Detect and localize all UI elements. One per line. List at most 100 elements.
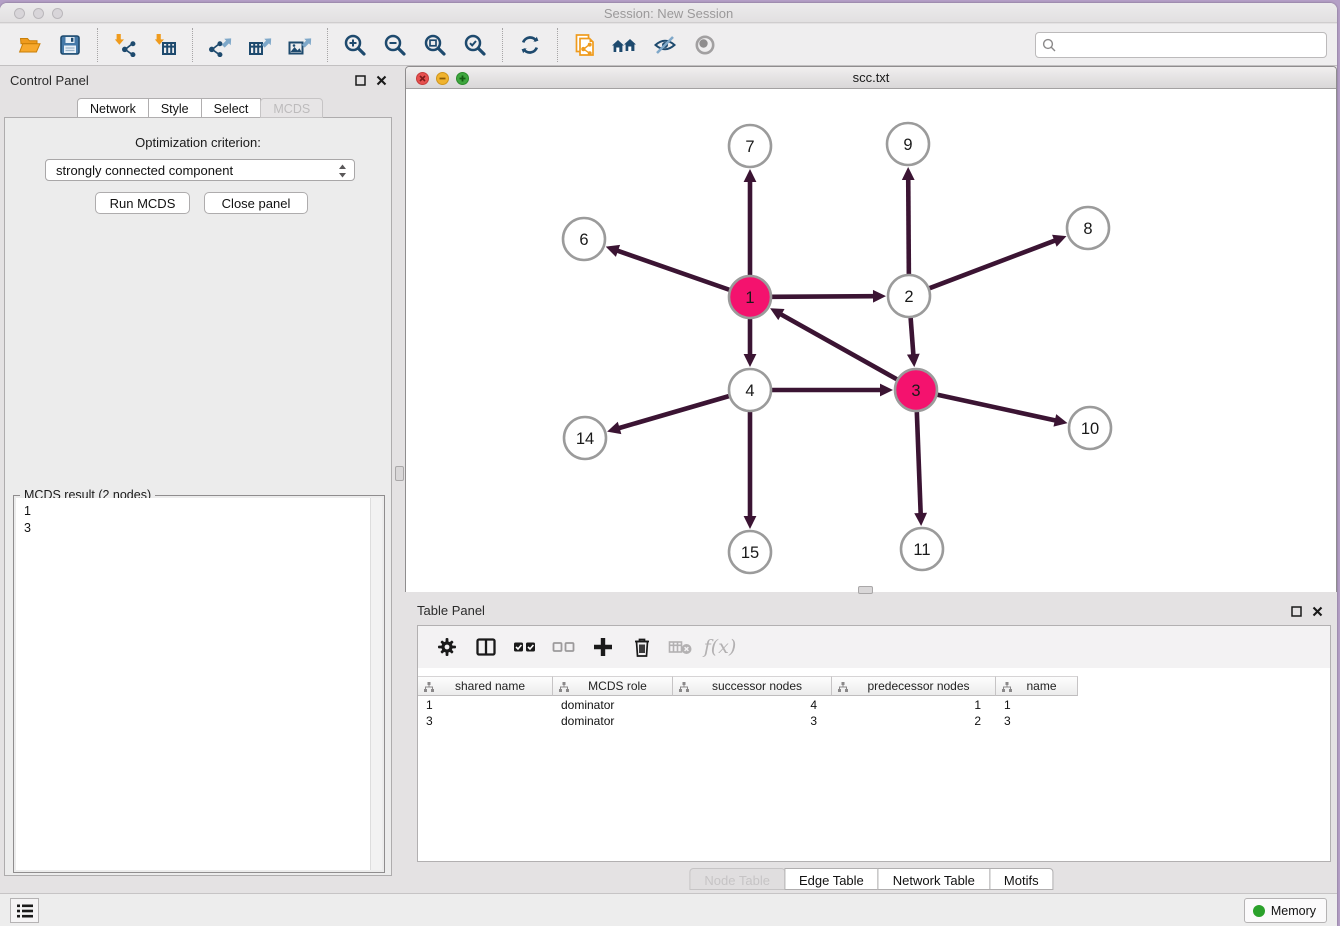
horizontal-splitter-handle[interactable]: [858, 586, 873, 594]
open-file-icon[interactable]: [10, 28, 50, 62]
hide-selected-icon[interactable]: [645, 28, 685, 62]
edge-arrowhead: [744, 169, 757, 182]
table-cell[interactable]: dominator: [553, 713, 673, 729]
column-header-shared-name[interactable]: shared name: [418, 676, 553, 696]
zoom-selected-icon[interactable]: [455, 28, 495, 62]
tab-mcds[interactable]: MCDS: [260, 98, 323, 118]
toolbar-separator: [192, 28, 193, 62]
table-cell[interactable]: dominator: [553, 697, 673, 713]
mcds-result-text-area[interactable]: 1 3: [16, 498, 382, 870]
column-header-predecessor-nodes[interactable]: predecessor nodes: [832, 676, 996, 696]
delete-columns-icon[interactable]: [625, 631, 659, 663]
vertical-splitter-handle[interactable]: [395, 466, 404, 481]
node-label-9: 9: [903, 136, 912, 154]
zoom-fit-icon[interactable]: [415, 28, 455, 62]
network-canvas[interactable]: 7968124314101511: [406, 89, 1336, 592]
select-stepper-icon: [337, 163, 348, 179]
edge-arrowhead: [902, 167, 915, 180]
edge-3-10[interactable]: [937, 395, 1056, 421]
criterion-select[interactable]: strongly connected component: [45, 159, 355, 181]
edge-arrowhead: [744, 516, 757, 529]
table-panel-title: Table Panel: [417, 603, 485, 618]
list-icon: [16, 903, 34, 919]
edge-2-8[interactable]: [930, 240, 1057, 288]
edge-2-3[interactable]: [911, 318, 914, 356]
node-label-14: 14: [576, 430, 594, 448]
float-panel-icon[interactable]: [354, 74, 366, 86]
edge-3-1[interactable]: [780, 314, 897, 380]
table-row[interactable]: 1dominator411: [418, 697, 1330, 713]
column-header-name[interactable]: name: [996, 676, 1078, 696]
edge-arrowhead: [607, 422, 621, 434]
table-cell[interactable]: 3: [418, 713, 553, 729]
table-row[interactable]: 3dominator323: [418, 713, 1330, 729]
export-network-icon[interactable]: [200, 28, 240, 62]
edge-arrowhead: [907, 354, 920, 367]
node-label-3: 3: [911, 382, 920, 400]
table-cell[interactable]: 1: [832, 697, 996, 713]
edge-1-2[interactable]: [772, 296, 875, 297]
memory-button[interactable]: Memory: [1244, 898, 1327, 923]
network-view-window: scc.txt 7968124314101511: [405, 66, 1337, 592]
node-label-15: 15: [741, 544, 759, 562]
show-all-icon: [685, 28, 725, 62]
table-cell[interactable]: 3: [996, 713, 1078, 729]
close-panel-button[interactable]: Close panel: [204, 192, 308, 214]
delete-table-icon: [664, 631, 698, 663]
table-cell[interactable]: 4: [673, 697, 832, 713]
edge-3-11[interactable]: [917, 412, 921, 515]
edge-1-6[interactable]: [616, 250, 729, 290]
application-window: Session: New Session Control Panel Netwo…: [0, 3, 1337, 926]
close-table-panel-icon[interactable]: [1311, 605, 1323, 617]
tab-edge-table[interactable]: Edge Table: [784, 868, 879, 890]
tab-network-table[interactable]: Network Table: [878, 868, 990, 890]
tab-network[interactable]: Network: [77, 98, 149, 118]
edge-2-9[interactable]: [908, 178, 909, 274]
toolbar-separator: [97, 28, 98, 62]
optimization-criterion-label: Optimization criterion:: [5, 135, 391, 150]
toggle-panel-split-icon[interactable]: [469, 631, 503, 663]
column-header-MCDS-role[interactable]: MCDS role: [553, 676, 673, 696]
select-all-rows-icon[interactable]: [508, 631, 542, 663]
status-bar: Memory: [0, 893, 1337, 926]
export-table-icon[interactable]: [240, 28, 280, 62]
table-cell[interactable]: 3: [673, 713, 832, 729]
table-cell[interactable]: 1: [418, 697, 553, 713]
edge-arrowhead: [873, 290, 886, 303]
add-column-icon[interactable]: [586, 631, 620, 663]
network-window-titlebar[interactable]: scc.txt: [406, 67, 1336, 89]
criterion-value: strongly connected component: [56, 163, 233, 178]
first-neighbors-icon[interactable]: [605, 28, 645, 62]
result-scrollbar[interactable]: [370, 498, 382, 870]
table-rows: 1dominator4113dominator323: [418, 697, 1330, 729]
search-icon: [1042, 38, 1057, 53]
column-header-successor-nodes[interactable]: successor nodes: [673, 676, 832, 696]
deselect-all-rows-icon[interactable]: [547, 631, 581, 663]
tab-style[interactable]: Style: [148, 98, 202, 118]
clone-network-icon[interactable]: [565, 28, 605, 62]
zoom-in-icon[interactable]: [335, 28, 375, 62]
import-network-icon[interactable]: [105, 28, 145, 62]
edge-arrowhead: [744, 354, 757, 367]
toolbar-separator: [502, 28, 503, 62]
tab-node-table[interactable]: Node Table: [689, 868, 785, 890]
save-session-icon[interactable]: [50, 28, 90, 62]
table-options-icon[interactable]: [430, 631, 464, 663]
edge-4-14[interactable]: [618, 396, 729, 428]
toolbar-separator: [327, 28, 328, 62]
zoom-out-icon[interactable]: [375, 28, 415, 62]
table-cell[interactable]: 2: [832, 713, 996, 729]
table-cell[interactable]: 1: [996, 697, 1078, 713]
export-image-icon[interactable]: [280, 28, 320, 62]
toolbar-separator: [557, 28, 558, 62]
table-toolbar: f(x): [418, 626, 1330, 668]
close-panel-icon[interactable]: [375, 74, 387, 86]
search-input[interactable]: [1035, 32, 1327, 58]
apply-layout-icon[interactable]: [510, 28, 550, 62]
import-table-icon[interactable]: [145, 28, 185, 62]
tab-motifs[interactable]: Motifs: [989, 868, 1054, 890]
float-table-panel-icon[interactable]: [1290, 605, 1302, 617]
tab-select[interactable]: Select: [201, 98, 262, 118]
task-history-button[interactable]: [10, 898, 39, 923]
run-mcds-button[interactable]: Run MCDS: [95, 192, 190, 214]
